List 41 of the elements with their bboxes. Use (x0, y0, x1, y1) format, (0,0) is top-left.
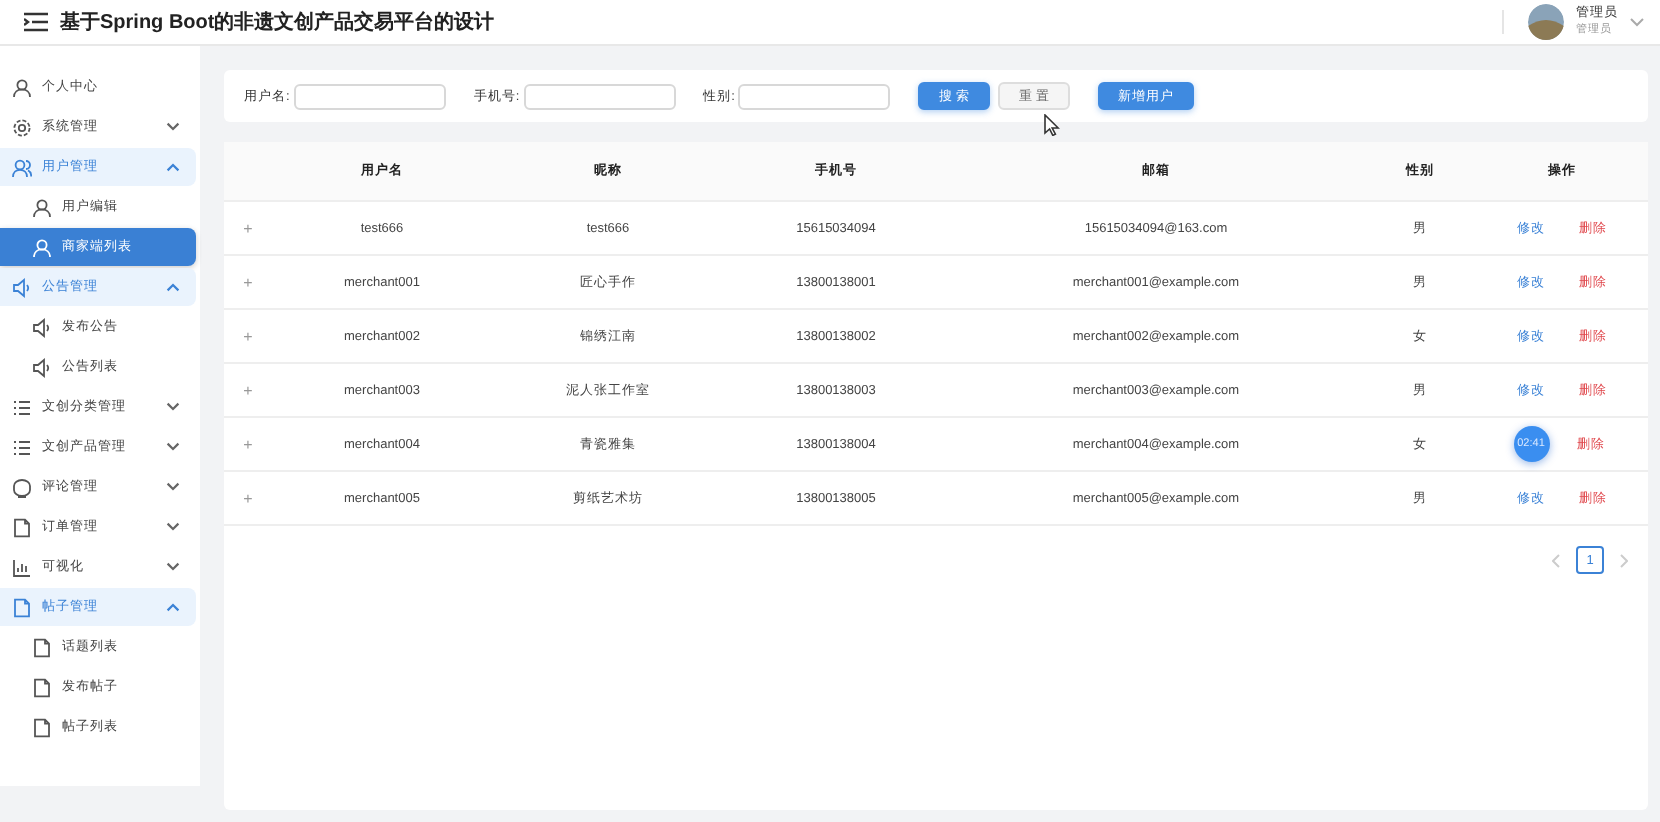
document-icon (32, 717, 52, 737)
document-icon (12, 597, 32, 617)
document-icon (32, 637, 52, 657)
app-title: 基于Spring Boot的非遗文创产品交易平台的设计 (60, 8, 495, 36)
chart-icon (12, 557, 32, 577)
expand-toggle[interactable]: + (224, 435, 272, 453)
avatar-icon[interactable] (1528, 4, 1564, 40)
list-icon (12, 397, 32, 417)
document-icon (32, 677, 52, 697)
expand-toggle[interactable]: + (224, 273, 272, 291)
chevron-down-icon (166, 402, 180, 412)
expand-toggle[interactable]: + (224, 381, 272, 399)
expand-toggle[interactable]: + (224, 489, 272, 507)
input-field[interactable] (738, 83, 891, 109)
chevron-down-icon (166, 122, 180, 132)
caret-icon[interactable] (1630, 17, 1644, 27)
chevron-up-icon (166, 162, 180, 172)
expand-toggle[interactable]: + (224, 327, 272, 345)
input-field[interactable] (293, 83, 446, 109)
speaker-icon (12, 277, 32, 297)
user-icon (32, 197, 52, 217)
user-icon (12, 77, 32, 97)
chevron-down-icon (166, 522, 180, 532)
list-icon (12, 437, 32, 457)
input-field[interactable] (523, 83, 676, 109)
speaker-icon (32, 357, 52, 377)
user-icon (32, 237, 52, 257)
expand-toggle[interactable]: + (224, 219, 272, 237)
document-icon (12, 517, 32, 537)
menu-icon[interactable] (24, 12, 48, 32)
chevron-up-icon (166, 282, 180, 292)
next-page-icon[interactable] (1620, 553, 1628, 567)
chevron-down-icon (166, 482, 180, 492)
gear-icon (12, 117, 32, 137)
chat-icon (12, 477, 32, 497)
chevron-up-icon (166, 602, 180, 612)
speaker-icon (32, 317, 52, 337)
users-icon (12, 157, 32, 177)
chevron-down-icon (166, 562, 180, 572)
chevron-down-icon (166, 442, 180, 452)
previous-page-icon[interactable] (1552, 553, 1560, 567)
